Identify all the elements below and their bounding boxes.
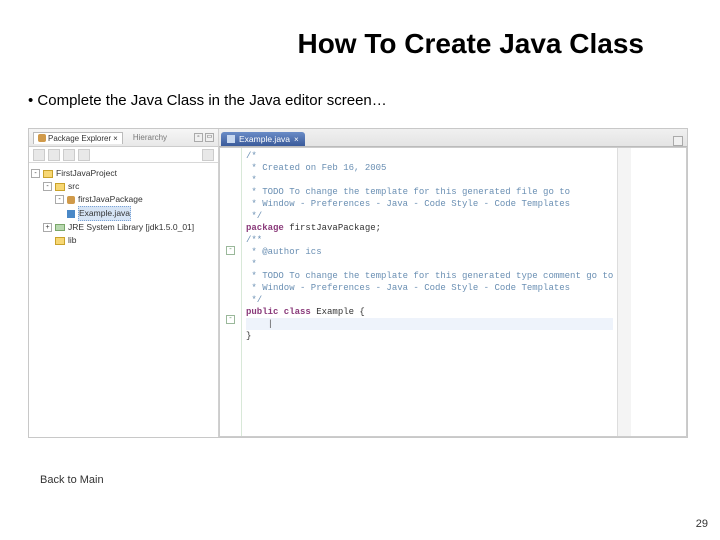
src-label: src — [68, 180, 79, 193]
code-line: */ — [246, 210, 613, 222]
project-tree: - FirstJavaProject - src - firstJavaPack… — [29, 163, 218, 437]
tab-close-icon[interactable]: × — [113, 134, 118, 143]
package-explorer-panel: Package Explorer × Hierarchy ▫ ▭ — [29, 129, 219, 437]
tree-jre[interactable]: + JRE System Library [jdk1.5.0_01] — [31, 221, 216, 234]
fold-icon[interactable]: - — [226, 246, 235, 255]
editor-tab-example[interactable]: Example.java × — [221, 132, 305, 146]
code-line: * Created on Feb 16, 2005 — [246, 162, 613, 174]
java-file-icon — [67, 210, 75, 218]
editor-tabs: Example.java × — [219, 129, 687, 147]
code-line: * — [246, 258, 613, 270]
code-line: /** — [246, 234, 613, 246]
code-line: public class Example { — [246, 306, 613, 318]
fold-icon[interactable]: - — [226, 315, 235, 324]
folder-icon — [55, 237, 65, 245]
expand-icon[interactable]: + — [43, 223, 52, 232]
project-icon — [43, 170, 53, 178]
tab-hierarchy[interactable]: Hierarchy — [129, 132, 171, 143]
explorer-tabs: Package Explorer × Hierarchy ▫ ▭ — [29, 129, 218, 147]
maximize-icon[interactable]: ▭ — [205, 133, 214, 142]
code-line: } — [246, 330, 613, 342]
editor-panel: Example.java × — [219, 129, 687, 437]
explorer-toolbar — [29, 147, 218, 163]
tree-project[interactable]: - FirstJavaProject — [31, 167, 216, 180]
lib-label: lib — [68, 234, 77, 247]
tab-package-explorer[interactable]: Package Explorer × — [33, 132, 123, 144]
library-icon — [55, 224, 65, 231]
forward-icon[interactable] — [48, 149, 60, 161]
code-line: * TODO To change the template for this g… — [246, 186, 613, 198]
editor-window-controls — [673, 136, 683, 146]
code-line: * @author ics — [246, 246, 613, 258]
minimize-icon[interactable]: ▫ — [194, 133, 203, 142]
expand-icon[interactable]: - — [55, 195, 64, 204]
bullet-text: • Complete the Java Class in the Java ed… — [28, 92, 387, 109]
code-line: /* — [246, 150, 613, 162]
package-label: firstJavaPackage — [78, 193, 143, 206]
code-line: * Window - Preferences - Java - Code Sty… — [246, 198, 613, 210]
jre-label: JRE System Library [jdk1.5.0_01] — [68, 221, 194, 234]
project-label: FirstJavaProject — [56, 167, 117, 180]
tree-package[interactable]: - firstJavaPackage — [31, 193, 216, 206]
collapse-icon[interactable] — [63, 149, 75, 161]
expand-icon[interactable]: - — [43, 182, 52, 191]
ide-screenshot: Package Explorer × Hierarchy ▫ ▭ — [28, 128, 688, 438]
tree-lib[interactable]: lib — [31, 234, 216, 247]
code-line: * Window - Preferences - Java - Code Sty… — [246, 282, 613, 294]
package-icon — [67, 196, 75, 204]
link-icon[interactable] — [78, 149, 90, 161]
code-line: */ — [246, 294, 613, 306]
code-line: package firstJavaPackage; — [246, 222, 613, 234]
code-editor[interactable]: - - /* * Created on Feb 16, 2005 * * TOD… — [219, 147, 687, 437]
editor-gutter: - - — [220, 148, 242, 436]
file-label: Example.java — [78, 206, 131, 221]
code-line: * TODO To change the template for this g… — [246, 270, 613, 282]
editor-tab-label: Example.java — [239, 134, 290, 144]
java-file-icon — [227, 135, 235, 143]
tree-file[interactable]: Example.java — [31, 206, 216, 221]
code-line: * — [246, 174, 613, 186]
expand-icon[interactable]: - — [31, 169, 40, 178]
overview-ruler — [617, 148, 631, 436]
maximize-icon[interactable] — [673, 136, 683, 146]
back-icon[interactable] — [33, 149, 45, 161]
tree-src[interactable]: - src — [31, 180, 216, 193]
menu-icon[interactable] — [202, 149, 214, 161]
slide-title: How To Create Java Class — [0, 28, 680, 60]
tab-close-icon[interactable]: × — [294, 135, 299, 144]
back-to-main-link[interactable]: Back to Main — [40, 474, 104, 486]
code-content[interactable]: /* * Created on Feb 16, 2005 * * TODO To… — [242, 148, 617, 436]
tab-label: Package Explorer — [48, 134, 111, 143]
package-icon — [38, 134, 46, 142]
src-folder-icon — [55, 183, 65, 191]
panel-window-controls: ▫ ▭ — [194, 133, 214, 142]
cursor-line: | — [246, 318, 613, 330]
page-number: 29 — [696, 518, 708, 530]
